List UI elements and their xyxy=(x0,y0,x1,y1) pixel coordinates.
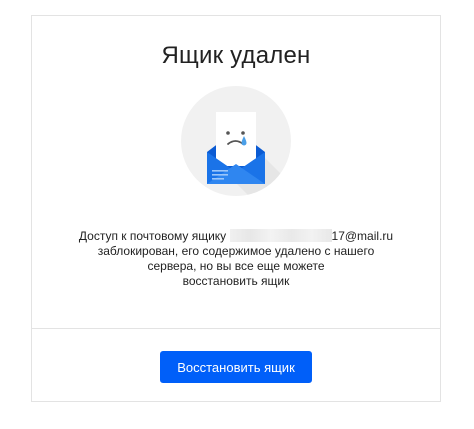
email-domain: 17@mail.ru xyxy=(331,229,394,243)
page-title: Ящик удален xyxy=(161,42,311,69)
message-line-4: восстановить ящик xyxy=(182,274,290,288)
message-line-1: Доступ к почтовому ящику 17@mail.ru xyxy=(32,229,440,244)
message-prefix: Доступ к почтовому ящику xyxy=(78,229,227,243)
message-line-3: сервера, но вы все еще можете xyxy=(147,259,325,273)
divider xyxy=(32,328,440,329)
deleted-mailbox-card: Ящик удален Доступ к почтовому ящику 17@… xyxy=(31,15,441,402)
blocked-message: Доступ к почтовому ящику 17@mail.ru забл… xyxy=(32,229,440,289)
restore-mailbox-button[interactable]: Восстановить ящик xyxy=(160,351,312,383)
sad-envelope-icon xyxy=(181,86,291,196)
message-line-2: заблокирован, его содержимое удалено с н… xyxy=(97,244,375,258)
redacted-email-part xyxy=(229,229,332,242)
